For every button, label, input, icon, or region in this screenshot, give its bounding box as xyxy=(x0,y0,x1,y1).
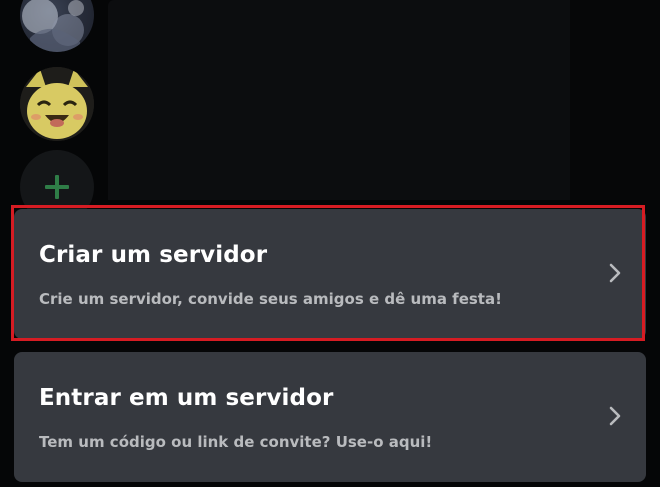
create-server-title: Criar um servidor xyxy=(39,242,268,268)
channel-panel xyxy=(108,0,570,200)
create-server-description: Crie um servidor, convide seus amigos e … xyxy=(39,290,502,308)
join-server-option[interactable]: Entrar em um servidor Tem um código ou l… xyxy=(14,352,646,482)
server-avatar-anime-icon xyxy=(20,0,94,52)
server-avatar-cartoon-character-icon xyxy=(20,67,94,141)
server-sidebar xyxy=(0,0,108,224)
plus-icon xyxy=(45,175,69,199)
members-strip xyxy=(570,0,660,200)
chevron-right-icon xyxy=(609,406,621,426)
join-server-description: Tem um código ou link de convite? Use-o … xyxy=(39,433,433,451)
join-server-title: Entrar em um servidor xyxy=(39,385,334,411)
create-server-option[interactable]: Criar um servidor Crie um servidor, conv… xyxy=(14,209,646,339)
chevron-right-icon xyxy=(609,263,621,283)
